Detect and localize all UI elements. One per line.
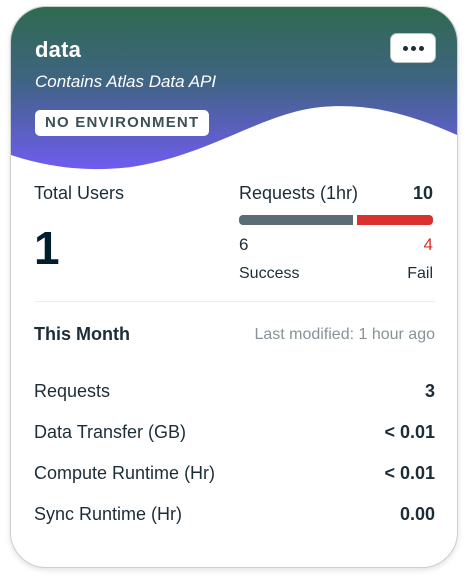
- more-options-button[interactable]: [390, 33, 436, 63]
- requests-hour-total: 10: [412, 183, 433, 203]
- month-metric-label: Compute Runtime (Hr): [34, 463, 216, 483]
- ellipsis-icon-dot: [402, 45, 408, 51]
- month-metric-value: 3: [424, 381, 435, 401]
- header-wave-background: [11, 7, 457, 170]
- requests-success-bar: [239, 215, 353, 225]
- app-card[interactable]: data Contains Atlas Data API NO ENVIRONM…: [10, 6, 458, 568]
- month-metric-value: < 0.01: [384, 422, 435, 442]
- month-metric-value: 0.00: [399, 504, 435, 524]
- total-users-value: 1: [34, 222, 60, 274]
- section-divider: [35, 301, 435, 302]
- month-metric-label: Requests: [34, 381, 111, 401]
- requests-fail-label: Fail: [407, 265, 433, 282]
- last-modified-text: Last modified: 1 hour ago: [254, 326, 435, 343]
- app-description: Contains Atlas Data API: [35, 72, 217, 91]
- requests-success-count: 6: [239, 235, 249, 254]
- total-users-label: Total Users: [34, 183, 125, 203]
- ellipsis-icon-dot: [418, 45, 424, 51]
- requests-hour-label: Requests (1hr): [239, 183, 359, 203]
- requests-fail-bar: [357, 215, 433, 225]
- this-month-title: This Month: [34, 324, 130, 344]
- ellipsis-icon-dot: [410, 45, 416, 51]
- month-metric-label: Sync Runtime (Hr): [34, 504, 183, 524]
- month-metric-value: < 0.01: [384, 463, 435, 483]
- requests-fail-count: 4: [423, 235, 433, 254]
- card-header: data Contains Atlas Data API NO ENVIRONM…: [11, 7, 457, 187]
- environment-badge: NO ENVIRONMENT: [35, 110, 210, 136]
- requests-success-label: Success: [239, 265, 300, 282]
- month-metric-label: Data Transfer (GB): [34, 422, 187, 442]
- app-name[interactable]: data: [35, 37, 81, 63]
